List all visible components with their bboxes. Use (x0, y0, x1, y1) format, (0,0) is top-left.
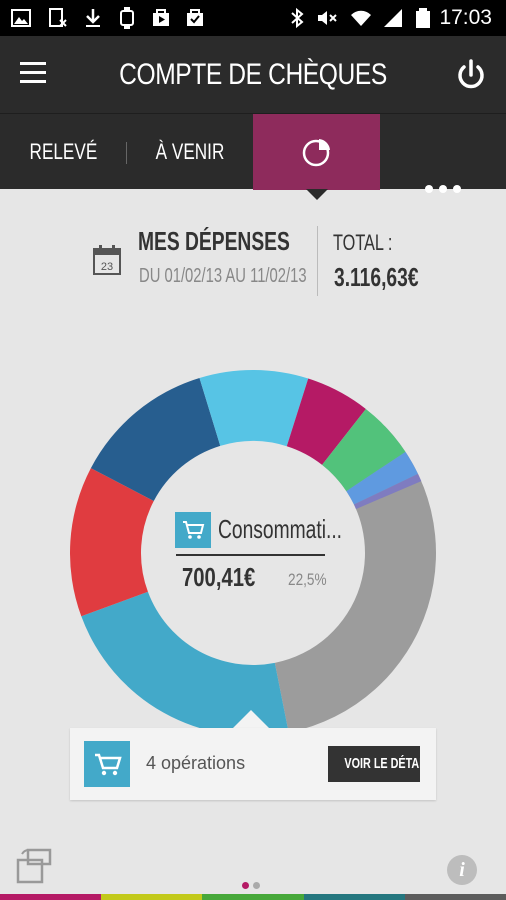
category-detail-card: 4 opérations VOIR LE DÉTAIL (70, 728, 436, 800)
strip-segment-1 (101, 894, 203, 900)
date-range: DU 01/02/13 AU 11/02/13 (139, 265, 307, 287)
selected-category-amount: 700,41€ (182, 562, 256, 592)
sim-icon (49, 8, 67, 27)
mute-icon (318, 11, 337, 25)
power-icon[interactable] (452, 56, 490, 94)
menu-icon (20, 62, 46, 65)
selected-category-name: Consommati... (218, 514, 343, 544)
tab-chart[interactable] (253, 114, 380, 190)
battery-icon (416, 8, 430, 28)
app-bar: COMPTE DE CHÈQUES (0, 36, 506, 113)
strip-segment-2 (202, 894, 304, 900)
detail-pointer (233, 710, 269, 728)
tab-bar: RELEVÉ À VENIR (0, 113, 506, 193)
watch-icon (120, 7, 134, 29)
active-tab-pointer (306, 189, 328, 200)
summary-divider (317, 226, 318, 296)
cart-icon (95, 753, 122, 776)
tab-releve-label: RELEVÉ (29, 139, 97, 164)
bluetooth-icon (291, 7, 304, 29)
page-title: COMPTE DE CHÈQUES (119, 58, 387, 91)
strip-segment-3 (303, 894, 405, 900)
more-icon (425, 148, 467, 224)
expenses-summary: 23 MES DÉPENSES DU 01/02/13 AU 11/02/13 … (0, 220, 506, 300)
check-bag-icon (187, 9, 203, 26)
signal-icon (384, 9, 402, 27)
category-icon (175, 512, 211, 548)
total-label: TOTAL : (333, 230, 393, 255)
page-indicator (242, 876, 264, 894)
tab-a-venir[interactable]: À VENIR (127, 114, 253, 190)
page-dot (253, 882, 260, 889)
tab-releve[interactable]: RELEVÉ (0, 114, 126, 190)
selected-category-percent: 22,5% (288, 570, 327, 589)
brand-color-strip (0, 894, 506, 900)
info-icon[interactable]: i (447, 855, 477, 885)
view-detail-button[interactable]: VOIR LE DÉTAIL (328, 746, 420, 782)
gallery-icon (11, 9, 31, 27)
operations-count: 4 opérations (146, 753, 246, 773)
download-icon (86, 9, 100, 27)
center-divider (176, 554, 325, 556)
play-store-icon (153, 9, 169, 26)
cart-icon (183, 521, 205, 539)
rotate-screen-icon[interactable] (14, 846, 54, 886)
tab-more[interactable] (380, 114, 506, 193)
strip-segment-0 (0, 894, 102, 900)
total-value: 3.116,63€ (334, 262, 419, 292)
summary-title: MES DÉPENSES (138, 226, 290, 256)
status-clock: 17:03 (439, 6, 492, 29)
calendar-icon: 23 (93, 245, 121, 275)
pie-chart-icon (302, 139, 330, 167)
strip-segment-4 (404, 894, 506, 900)
view-detail-label: VOIR LE DÉTAIL (344, 755, 420, 772)
wifi-icon (351, 10, 371, 26)
page-dot-active (242, 882, 249, 889)
tab-a-venir-label: À VENIR (155, 139, 225, 164)
expenses-donut-chart (70, 370, 436, 736)
category-icon (84, 741, 130, 787)
status-bar: 17:03 (0, 0, 506, 36)
svg-text:23: 23 (101, 261, 113, 273)
